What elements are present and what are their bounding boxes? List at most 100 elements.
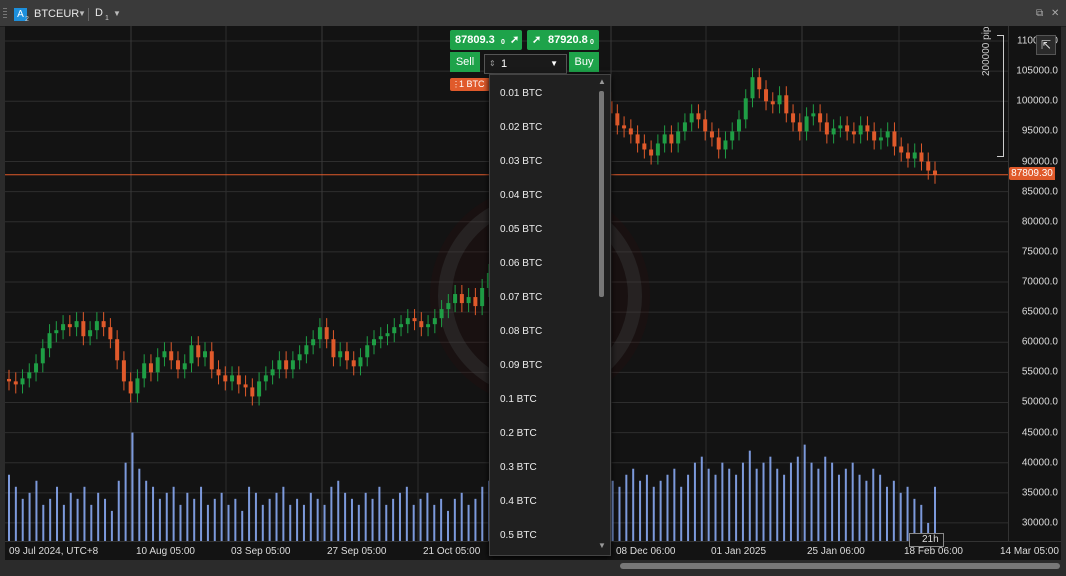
candle-body [730,131,735,141]
volume-bar [467,504,470,541]
candle-body [338,351,343,358]
position-tag[interactable]: ⋮ 1 BTC [450,78,490,91]
quantity-option[interactable]: 0.01 BTC [500,88,542,99]
candle-body [311,339,316,346]
timeframe-selector[interactable]: D [95,7,103,19]
quantity-option[interactable]: 0.2 BTC [500,428,537,439]
drag-handle-icon[interactable] [3,8,7,20]
dropdown-scrollbar[interactable] [599,91,604,297]
price-tick-label: 95000.0 [1021,125,1058,137]
volume-bar [892,480,895,541]
volume-bar [837,474,840,541]
volume-bar [316,498,319,541]
volume-bar [460,492,463,541]
candle-body [358,357,363,367]
volume-bar [899,492,902,541]
stepper-icon[interactable]: ⇕ [489,55,496,73]
candle-body [655,143,660,156]
volume-bar [76,498,79,541]
volume-bar [776,468,779,541]
volume-bar [282,486,285,541]
candle-body [453,294,458,304]
quantity-option[interactable]: 0.3 BTC [500,462,537,473]
candle-body [175,360,180,370]
quantity-option[interactable]: 0.09 BTC [500,360,542,371]
volume-bar [810,462,813,541]
volume-bar [28,492,31,541]
timeframe-dropdown-icon[interactable]: ▼ [113,9,121,18]
quantity-option[interactable]: 0.07 BTC [500,292,542,303]
volume-bar [158,498,161,541]
chevron-down-icon[interactable]: ▼ [550,55,558,73]
candle-body [209,351,214,370]
candle-body [223,375,228,382]
volume-bar [639,480,642,541]
candle-body [649,149,654,156]
time-tick-label: 25 Jan 06:00 [807,546,865,557]
quantity-option[interactable]: 0.08 BTC [500,326,542,337]
volume-bar [803,444,806,541]
symbol-dropdown-icon[interactable]: ▼ [78,9,86,18]
symbol-selector[interactable]: BTCEUR [34,8,79,20]
volume-bar [110,510,113,541]
candle-body [277,360,282,370]
volume-bar [193,498,196,541]
price-tick-label: 70000.0 [1021,276,1058,288]
volume-bar [831,462,834,541]
quantity-dropdown[interactable]: 0.01 BTC 0.02 BTC 0.03 BTC 0.04 BTC 0.05 BTC… [489,74,611,556]
quantity-option[interactable]: 0.02 BTC [500,122,542,133]
volume-bar [323,504,326,541]
candle-body [811,113,816,117]
volume-bar [49,498,52,541]
quantity-option[interactable]: 0.5 BTC [500,530,537,541]
candle-body [797,122,802,132]
candle-body [777,95,782,105]
external-link-icon[interactable]: ⇱ [1036,35,1056,55]
scroll-up-icon[interactable]: ▲ [598,77,606,86]
candle-body [838,125,843,129]
candle-body [399,324,404,328]
candle-body [480,288,485,307]
volume-bar [824,456,827,541]
scroll-down-icon[interactable]: ▼ [598,541,606,550]
buy-price: 87920.8 [548,34,588,46]
candle-body [121,360,126,382]
price-axis[interactable]: 110000.0105000.0100000.095000.090000.085… [1008,26,1061,541]
price-tick-label: 45000.0 [1021,427,1058,439]
volume-bar [186,492,189,541]
volume-bar [337,480,340,541]
price-tick-label: 40000.0 [1021,457,1058,469]
sell-price-button[interactable]: 87809.3 0 ➚ [450,30,522,50]
candle-body [703,119,708,132]
candle-body [54,330,59,334]
volume-bar [645,474,648,541]
candle-body [20,378,25,385]
buy-button[interactable]: Buy [569,52,599,72]
volume-bar [56,486,59,541]
close-icon[interactable]: ✕ [1051,8,1059,19]
quantity-option[interactable]: 0.05 BTC [500,224,542,235]
volume-bar [344,492,347,541]
horizontal-scrollbar-thumb[interactable] [620,563,1060,569]
volume-bar [227,504,230,541]
price-tick-label: 50000.0 [1021,396,1058,408]
quantity-option[interactable]: 0.03 BTC [500,156,542,167]
volume-bar [872,468,875,541]
quantity-option[interactable]: 0.06 BTC [500,258,542,269]
titlebar-divider [88,8,89,21]
quantity-option[interactable]: 0.1 BTC [500,394,537,405]
sell-button[interactable]: Sell [450,52,480,72]
chart-area[interactable]: 110000.0105000.0100000.095000.090000.085… [5,26,1061,560]
candle-body [892,131,897,147]
volume-bar [378,486,381,541]
quantity-input[interactable]: ⇕ 1 ▼ [484,54,567,74]
price-tick-label: 85000.0 [1021,186,1058,198]
candle-body [284,360,289,370]
buy-price-button[interactable]: ➚ 87920.8 0 [527,30,599,50]
quantity-option[interactable]: 0.4 BTC [500,496,537,507]
price-tick-label: 90000.0 [1021,156,1058,168]
popout-icon[interactable]: ⧉ [1036,8,1043,19]
volume-bar [769,456,772,541]
quantity-option[interactable]: 0.04 BTC [500,190,542,201]
candle-body [331,339,336,358]
